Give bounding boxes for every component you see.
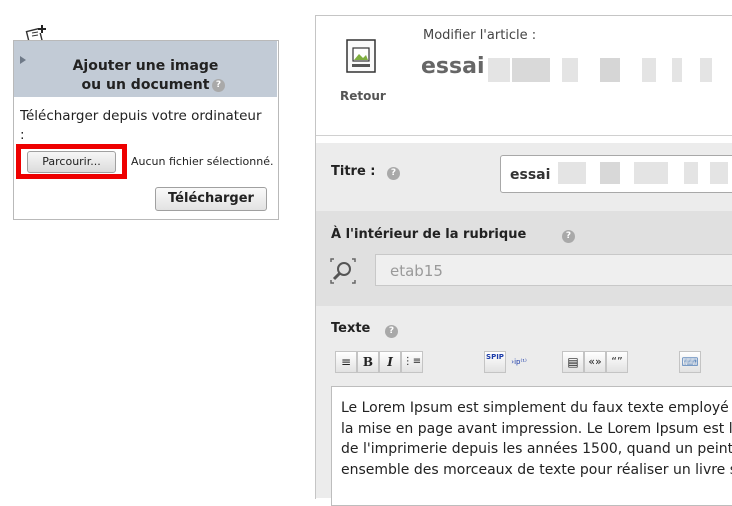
blurred-text [558,162,586,184]
blurred-text [684,162,698,184]
title-label: Titre : [331,164,376,179]
bold-icon[interactable]: B [357,351,379,373]
english-quotes-icon[interactable]: “” [606,351,628,373]
blurred-text [700,58,712,82]
no-file-selected-label: Aucun fichier sélectionné. [131,155,274,168]
spip-markup-icon[interactable]: SPIP [484,351,506,373]
help-icon[interactable]: ? [562,230,575,243]
italic-icon[interactable]: I [379,351,401,373]
body-text-line: Le Lorem Ipsum est simplement du faux te… [341,400,732,416]
article-title: essai [421,54,485,79]
block-icon[interactable]: ▤ [562,351,584,373]
section-label: À l'intérieur de la rubrique [331,227,527,242]
upload-button[interactable]: Télécharger [155,187,267,211]
blurred-text [600,162,620,184]
blurred-text [634,162,668,184]
text-label: Texte [331,321,371,336]
modify-article-label: Modifier l'article : [423,28,537,43]
magnifier-icon[interactable] [330,258,356,284]
upload-title-line1: Ajouter une image [72,58,219,74]
section-value: etab15 [390,262,443,280]
blurred-text [710,162,728,184]
body-text: Le Lorem Ipsum est simplement du faux te… [341,398,732,480]
french-quotes-icon[interactable]: «» [584,351,606,373]
blurred-text [512,58,550,82]
back-image-icon[interactable] [346,39,376,73]
align-center-icon[interactable]: ≡ [335,351,357,373]
blurred-text [642,58,656,82]
blurred-text [562,58,578,82]
footnote-icon[interactable]: ›ip⁽¹⁾ [508,351,530,373]
help-icon[interactable]: ? [385,325,398,338]
blurred-text [600,58,620,82]
upload-description: Télécharger depuis votre ordinateur : [20,108,262,143]
help-icon[interactable]: ? [387,167,400,180]
body-text-line: la mise en page avant impression. Le Lor… [341,420,732,437]
body-text-line: ensemble des morceaux de texte pour réal… [341,461,732,478]
list-icon[interactable]: ⋮≡ [401,351,423,373]
blurred-text [488,58,510,82]
browse-button[interactable]: Parcourir... [27,151,116,173]
help-icon[interactable]: ? [212,79,225,92]
back-label[interactable]: Retour [340,89,386,103]
title-value: essai [510,167,551,183]
keyboard-icon[interactable]: ⌨ [679,351,701,373]
body-text-line: de l'imprimerie depuis les années 1500, … [341,441,732,457]
blurred-text [672,58,682,82]
upload-title-line2: ou un document [81,77,210,93]
